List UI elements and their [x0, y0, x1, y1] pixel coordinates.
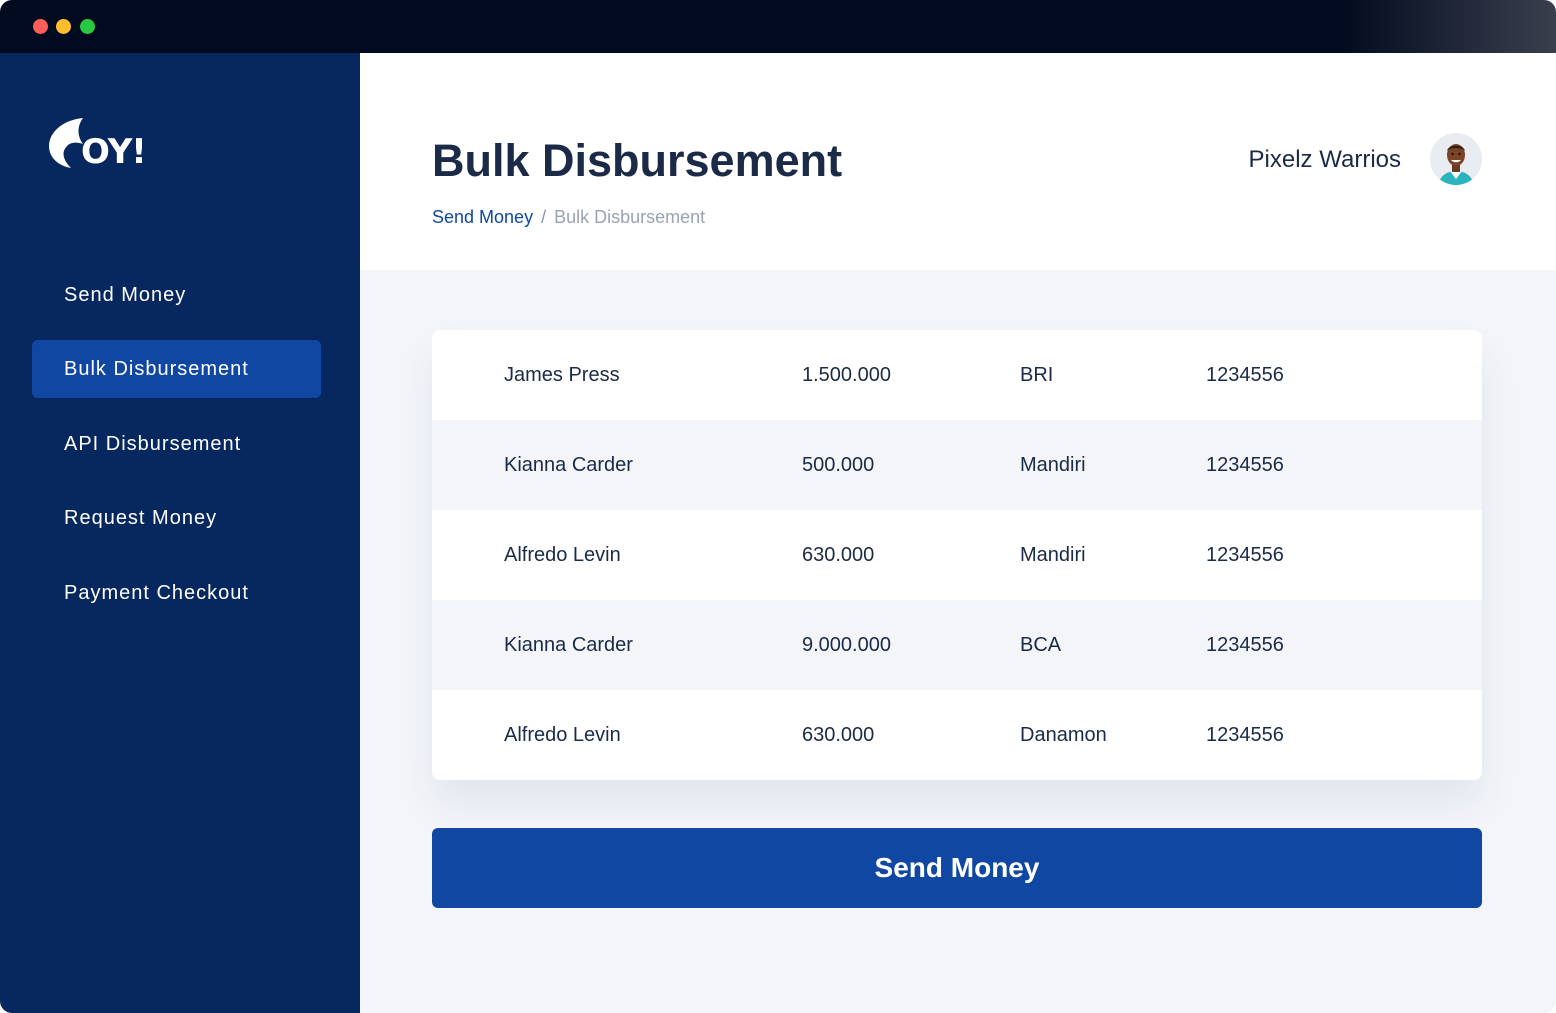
maximize-window-button[interactable] [80, 19, 95, 34]
table-row[interactable]: Alfredo Levin 630.000 Danamon 1234556 [432, 690, 1482, 780]
amount: 9.000.000 [802, 634, 891, 656]
title-bar [0, 0, 1556, 53]
minimize-window-button[interactable] [56, 19, 71, 34]
logo-text: OY! [81, 132, 147, 172]
account-number: 1234556 [1206, 634, 1284, 656]
recipients-table: James Press 1.500.000 BRI 1234556 Kianna… [432, 330, 1482, 780]
table-row[interactable]: Kianna Carder 9.000.000 BCA 1234556 [432, 600, 1482, 690]
table-row[interactable]: Alfredo Levin 630.000 Mandiri 1234556 [432, 510, 1482, 600]
bank-name: BRI [1020, 364, 1054, 386]
sidebar-item-api-disbursement[interactable]: API Disbursement [32, 415, 321, 473]
table-row[interactable]: Kianna Carder 500.000 Mandiri 1234556 [432, 420, 1482, 510]
breadcrumb: Send Money / Bulk Disbursement [432, 204, 705, 230]
recipient-name: James Press [504, 364, 620, 386]
bank-name: Mandiri [1020, 544, 1086, 566]
breadcrumb-separator: / [541, 207, 547, 227]
sidebar-item-bulk-disbursement[interactable]: Bulk Disbursement [32, 340, 321, 398]
sidebar-item-payment-checkout[interactable]: Payment Checkout [32, 564, 321, 622]
page-title: Bulk Disbursement [432, 135, 843, 186]
recipient-name: Alfredo Levin [504, 724, 621, 746]
oy-logo[interactable]: OY! [47, 116, 157, 176]
sidebar-item-request-money[interactable]: Request Money [32, 489, 321, 547]
amount: 1.500.000 [802, 364, 891, 386]
account-number: 1234556 [1206, 364, 1284, 386]
sidebar-item-send-money[interactable]: Send Money [32, 266, 321, 324]
amount: 630.000 [802, 724, 875, 746]
table-row[interactable]: James Press 1.500.000 BRI 1234556 [432, 330, 1482, 420]
user-avatar-icon[interactable] [1430, 133, 1482, 185]
send-money-button[interactable]: Send Money [432, 828, 1482, 908]
recipient-name: Kianna Carder [504, 634, 633, 656]
account-number: 1234556 [1206, 724, 1284, 746]
page-header: Bulk Disbursement Send Money / Bulk Disbur… [360, 53, 1556, 270]
bank-name: Mandiri [1020, 454, 1086, 476]
breadcrumb-link-send-money[interactable]: Send Money [432, 207, 533, 227]
amount: 500.000 [802, 454, 875, 476]
sidebar: OY! Send Money Bulk Disbursement API Dis… [0, 53, 360, 1013]
close-window-button[interactable] [33, 19, 48, 34]
amount: 630.000 [802, 544, 875, 566]
breadcrumb-current: Bulk Disbursement [554, 207, 706, 227]
user-name[interactable]: Pixelz Warrios [1249, 145, 1401, 175]
bank-name: Danamon [1020, 724, 1107, 746]
account-number: 1234556 [1206, 544, 1284, 566]
recipient-name: Alfredo Levin [504, 544, 621, 566]
bank-name: BCA [1020, 634, 1062, 656]
app-window: OY! Send Money Bulk Disbursement API Dis… [0, 0, 1556, 1013]
recipient-name: Kianna Carder [504, 454, 633, 476]
account-number: 1234556 [1206, 454, 1284, 476]
main-content: James Press 1.500.000 BRI 1234556 Kianna… [360, 270, 1556, 1013]
